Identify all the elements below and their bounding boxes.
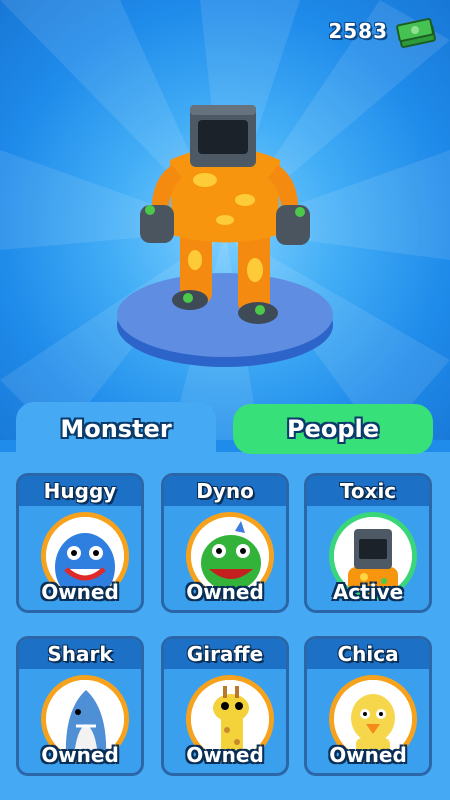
skin-card-toxic[interactable]: Toxic Active: [304, 473, 432, 613]
skin-name: Chica: [307, 639, 429, 669]
skin-card-dyno[interactable]: Dyno Owned: [161, 473, 289, 613]
skin-card-shark[interactable]: Shark Owned: [16, 636, 144, 776]
currency-display: 2583: [328, 14, 438, 48]
skin-card-huggy[interactable]: Huggy Owned: [16, 473, 144, 613]
tab-monster[interactable]: Monster: [16, 402, 216, 456]
skin-name: Giraffe: [164, 639, 286, 669]
skin-name: Shark: [19, 639, 141, 669]
character-preview: 2583: [0, 0, 450, 440]
cash-stack-icon: [396, 18, 436, 48]
skin-name: Dyno: [164, 476, 286, 506]
skin-status: Owned: [41, 580, 119, 604]
skin-status: Active: [332, 580, 404, 604]
skin-status: Owned: [41, 743, 119, 767]
currency-amount: 2583: [328, 19, 388, 43]
skin-status: Owned: [186, 580, 264, 604]
skin-name: Toxic: [307, 476, 429, 506]
skin-status: Owned: [186, 743, 264, 767]
skin-card-chica[interactable]: Chica Owned: [304, 636, 432, 776]
category-tabs: Monster People: [0, 400, 450, 458]
skin-name: Huggy: [19, 476, 141, 506]
character-model-toxic: [117, 105, 333, 367]
skin-card-giraffe[interactable]: Giraffe Owned: [161, 636, 289, 776]
tab-people[interactable]: People: [233, 404, 433, 454]
skin-status: Owned: [329, 743, 407, 767]
